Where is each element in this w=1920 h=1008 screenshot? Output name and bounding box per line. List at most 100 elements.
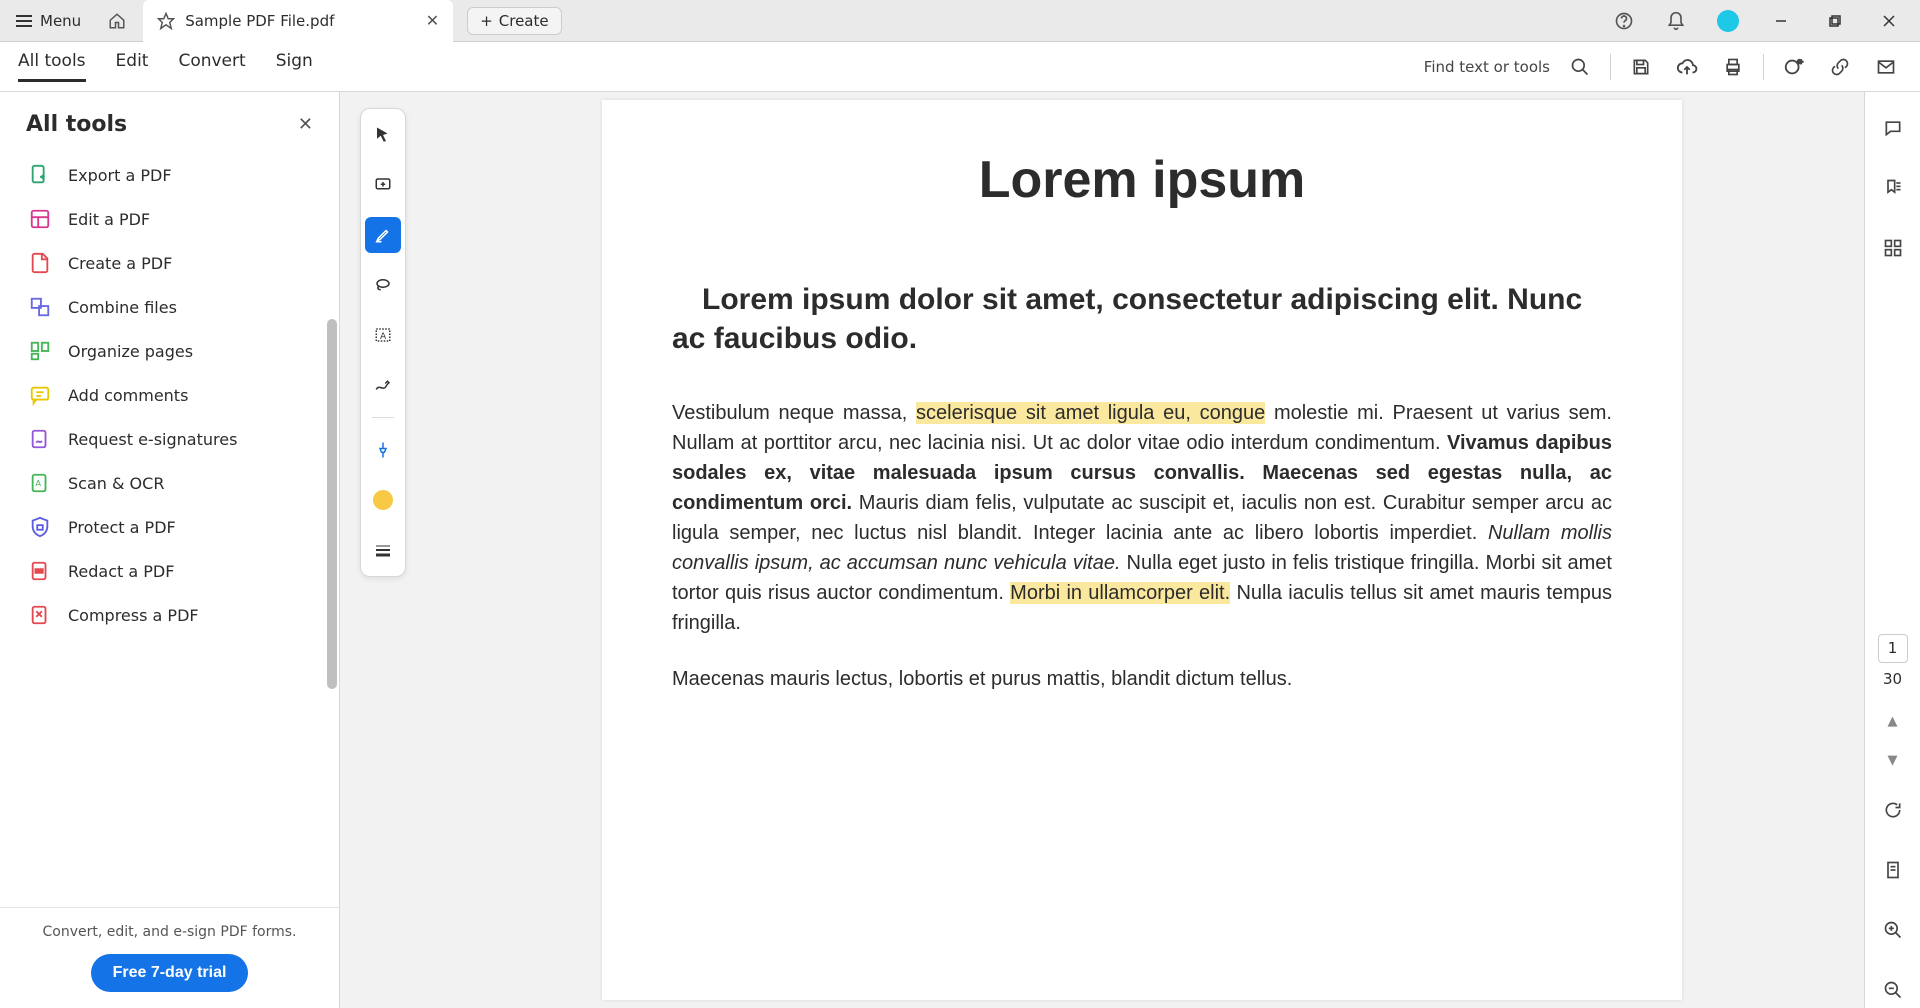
sidebar-label: Protect a PDF [68,518,176,537]
sidebar-item-scan-ocr[interactable]: A Scan & OCR [0,461,339,505]
text-select-tool[interactable]: A [365,317,401,353]
sidebar-item-redact-pdf[interactable]: Redact a PDF [0,549,339,593]
sidebar-item-combine-files[interactable]: Combine files [0,285,339,329]
upload-button[interactable] [1671,51,1703,83]
nav-sign[interactable]: Sign [276,51,313,82]
current-page-input[interactable]: 1 [1878,634,1908,663]
titlebar-right [1604,5,1920,37]
close-window-button[interactable] [1868,5,1910,37]
rotate-button[interactable] [1875,792,1911,828]
help-button[interactable] [1604,5,1644,37]
protect-icon [28,515,52,539]
home-button[interactable] [97,5,137,37]
close-icon [1882,14,1896,28]
search-button[interactable] [1564,51,1596,83]
sidebar-item-export-pdf[interactable]: Export a PDF [0,153,339,197]
sidebar-close-button[interactable]: ✕ [298,114,313,135]
search-icon [1570,57,1590,77]
hamburger-icon [16,15,32,27]
sidebar-title: All tools [26,112,127,137]
close-tab-icon[interactable]: ✕ [426,11,439,30]
right-rail: 1 30 ▲ ▼ [1864,92,1920,1008]
bookmarks-panel-button[interactable] [1875,170,1911,206]
help-icon [1614,11,1634,31]
sidebar-header: All tools ✕ [0,92,339,149]
sidebar-item-add-comments[interactable]: Add comments [0,373,339,417]
scan-icon: A [28,471,52,495]
sidebar-item-organize-pages[interactable]: Organize pages [0,329,339,373]
pen-icon [374,376,392,394]
ai-assist-button[interactable]: + [1778,51,1810,83]
sidebar-label: Scan & OCR [68,474,164,493]
sidebar-label: Combine files [68,298,177,317]
toolbar-right: Find text or tools + [1424,51,1902,83]
sidebar-item-create-pdf[interactable]: Create a PDF [0,241,339,285]
page-down-button[interactable]: ▼ [1888,753,1898,768]
chat-icon [1883,118,1903,138]
main-toolbar: All tools Edit Convert Sign Find text or… [0,42,1920,92]
edit-pdf-icon [28,207,52,231]
color-picker[interactable] [365,482,401,518]
account-avatar[interactable] [1708,5,1748,37]
sidebar-label: Compress a PDF [68,606,199,625]
pin-tool[interactable] [365,432,401,468]
document-area[interactable]: Lorem ipsum Lorem ipsum dolor sit amet, … [340,92,1864,1008]
create-button[interactable]: + Create [467,7,561,35]
email-button[interactable] [1870,51,1902,83]
zoom-out-icon [1883,980,1903,1000]
notifications-button[interactable] [1656,5,1696,37]
zoom-out-button[interactable] [1875,972,1911,1008]
maximize-button[interactable] [1814,5,1856,37]
menu-button[interactable]: Menu [0,12,97,30]
page-indicator: 1 30 [1878,634,1908,690]
share-link-button[interactable] [1824,51,1856,83]
page-up-button[interactable]: ▲ [1888,714,1898,729]
menu-label: Menu [40,12,81,30]
nav-edit[interactable]: Edit [116,51,149,82]
draw-tool[interactable] [365,367,401,403]
avatar-icon [1717,10,1739,32]
sidebar-item-request-esignatures[interactable]: Request e-signatures [0,417,339,461]
thumbnails-panel-button[interactable] [1875,230,1911,266]
minimize-button[interactable] [1760,5,1802,37]
doc-paragraph-1: Vestibulum neque massa, scelerisque sit … [672,398,1612,638]
nav-convert[interactable]: Convert [178,51,245,82]
main-area: All tools ✕ Export a PDF Edit a PDF Crea… [0,92,1920,1008]
cloud-upload-icon [1676,56,1698,78]
sidebar-scroll: Export a PDF Edit a PDF Create a PDF Com… [0,149,339,907]
minimize-icon [1774,14,1788,28]
free-trial-button[interactable]: Free 7-day trial [91,954,249,992]
doc-subtitle: Lorem ipsum dolor sit amet, consectetur … [672,280,1612,358]
print-button[interactable] [1717,51,1749,83]
compress-icon [28,603,52,627]
titlebar: Menu Sample PDF File.pdf ✕ + Create [0,0,1920,42]
comments-panel-button[interactable] [1875,110,1911,146]
home-icon [108,12,126,30]
highlight-tool[interactable] [365,217,401,253]
document-page: Lorem ipsum Lorem ipsum dolor sit amet, … [602,100,1682,1000]
sidebar: All tools ✕ Export a PDF Edit a PDF Crea… [0,92,340,1008]
lasso-tool[interactable] [365,267,401,303]
nav-all-tools[interactable]: All tools [18,51,86,82]
line-weight-tool[interactable] [365,532,401,568]
add-text-comment-tool[interactable] [365,167,401,203]
doc-paragraph-2: Maecenas mauris lectus, lobortis et puru… [672,664,1612,694]
sidebar-scrollbar[interactable] [327,319,337,689]
lines-icon [374,543,392,557]
highlight-2: Morbi in ullamcorper elit. [1010,582,1230,604]
find-text-button[interactable]: Find text or tools [1424,58,1550,76]
save-button[interactable] [1625,51,1657,83]
sidebar-item-compress-pdf[interactable]: Compress a PDF [0,593,339,637]
document-tab[interactable]: Sample PDF File.pdf ✕ [143,0,453,42]
zoom-in-button[interactable] [1875,912,1911,948]
grid-icon [1883,238,1903,258]
select-tool[interactable] [365,117,401,153]
page-display-button[interactable] [1875,852,1911,888]
text-comment-icon [374,176,392,194]
mail-icon [1876,57,1896,77]
highlight-1: scelerisque sit amet ligula eu, congue [916,402,1265,424]
sidebar-item-protect-pdf[interactable]: Protect a PDF [0,505,339,549]
text-box-icon: A [374,326,392,344]
lasso-icon [374,276,392,294]
sidebar-item-edit-pdf[interactable]: Edit a PDF [0,197,339,241]
